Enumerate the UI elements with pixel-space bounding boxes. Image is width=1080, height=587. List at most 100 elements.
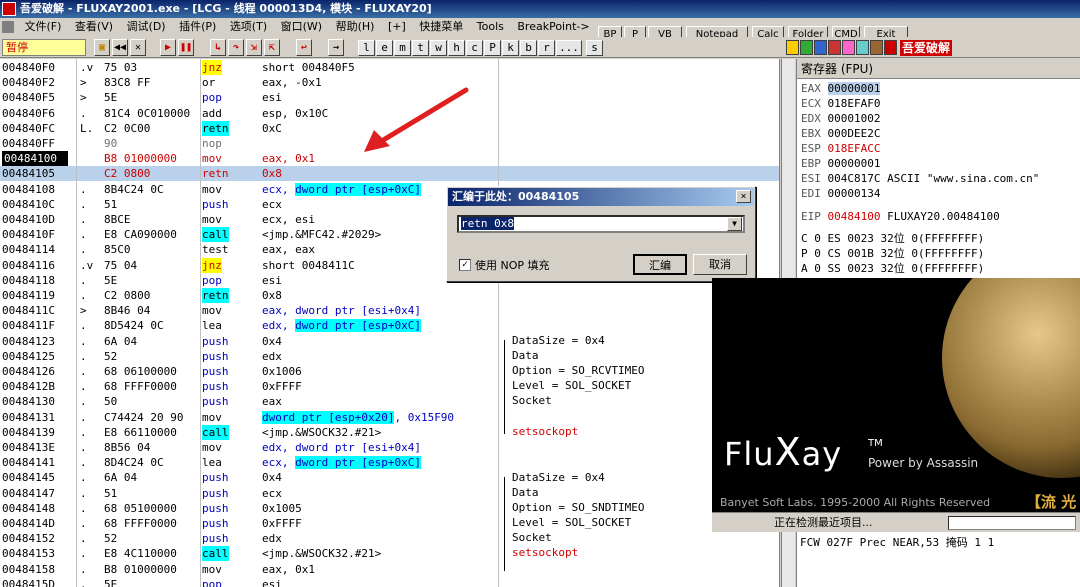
disasm-row[interactable]: 00484126. 68 06100000 push 0x1006: [0, 364, 779, 379]
register-row[interactable]: EBX 000DEE2C: [801, 126, 880, 141]
plugin-icon-3[interactable]: [814, 40, 827, 55]
disasm-row[interactable]: 00484130. 50 push eax: [0, 394, 779, 409]
toolbar-letter-c[interactable]: c: [466, 40, 483, 56]
disasm-jump-mark: .: [80, 410, 87, 424]
plugin-icon-1[interactable]: [786, 40, 799, 55]
disasm-row[interactable]: 00484119. C2 0800 retn 0x8: [0, 288, 779, 303]
disasm-row[interactable]: 00484147. 51 push ecx: [0, 486, 779, 501]
menu-view[interactable]: 查看(V): [70, 18, 118, 36]
disasm-row[interactable]: 0048412B. 68 FFFF0000 push 0xFFFF: [0, 379, 779, 394]
memory-operand: dword ptr [esp+0xC]: [295, 456, 421, 470]
register-row[interactable]: P 0 CS 001B 32位 0(FFFFFFFF): [801, 246, 984, 261]
assemble-button[interactable]: 汇编: [633, 254, 687, 275]
rewind-icon[interactable]: ◀◀: [112, 39, 128, 56]
fill-nop-label: 使用 NOP 填充: [475, 259, 550, 272]
toolbar-letter-e[interactable]: e: [376, 40, 393, 56]
disasm-row[interactable]: 00484131. C74424 20 90 mov dword ptr [esp+0…: [0, 410, 779, 425]
toolbar-letter-l[interactable]: l: [358, 40, 375, 56]
toolbar-letter-h[interactable]: h: [448, 40, 465, 56]
toolbar-letter-p[interactable]: P: [484, 40, 501, 56]
disasm-address: 00484116: [2, 258, 55, 272]
assemble-input[interactable]: retn 0x8 ▼: [457, 215, 745, 233]
register-row[interactable]: EAX 00000001: [801, 81, 881, 96]
register-row[interactable]: A 0 SS 0023 32位 0(FFFFFFFF): [801, 261, 984, 276]
disasm-address: 00484119: [2, 289, 55, 302]
trace-over-icon[interactable]: ⇱: [264, 39, 280, 56]
annotation-arrow-icon: [364, 87, 469, 152]
plugin-icon-8[interactable]: [884, 40, 897, 55]
register-row[interactable]: ESP 018EFACC: [801, 141, 880, 156]
register-row[interactable]: ESI 004C817C ASCII "www.sina.com.cn": [801, 171, 1039, 186]
toolbar-letter-s[interactable]: s: [586, 40, 603, 56]
disasm-hex: 52: [104, 532, 118, 546]
disasm-row[interactable]: 00484158. B8 01000000 mov eax, 0x1: [0, 562, 779, 577]
plugin-icon-5[interactable]: [842, 40, 855, 55]
toolbar-letter-m[interactable]: m: [394, 40, 411, 56]
menu-plus[interactable]: [+]: [383, 18, 411, 36]
toolbar-more[interactable]: ...: [556, 40, 582, 56]
disasm-row[interactable]: 00484123. 6A 04 push 0x4: [0, 334, 779, 349]
chevron-down-icon[interactable]: ▼: [727, 217, 742, 231]
fill-nop-checkbox[interactable]: ✓: [459, 259, 471, 271]
toolbar-letter-b[interactable]: b: [520, 40, 537, 56]
plugin-icon-2[interactable]: [800, 40, 813, 55]
splash-power: Power by Assassin: [868, 456, 979, 470]
disasm-operands: 0xFFFF: [262, 380, 302, 394]
register-row[interactable]: EBP 00000001: [801, 156, 880, 171]
menu-help[interactable]: 帮助(H): [331, 18, 380, 36]
step-over-icon[interactable]: ↷: [228, 39, 244, 56]
disasm-row[interactable]: 0048411C >8B46 04 mov eax, dword ptr [esi+0…: [0, 303, 779, 318]
disasm-row[interactable]: 00484125. 52 push edx: [0, 349, 779, 364]
disasm-row[interactable]: 0048413E. 8B56 04 mov edx, dword ptr [esi+0…: [0, 440, 779, 455]
goto-icon[interactable]: →: [328, 39, 344, 56]
disasm-address: 00484130: [2, 395, 55, 409]
register-row[interactable]: ECX 018EFAF0: [801, 96, 880, 111]
plugin-icon-7[interactable]: [870, 40, 883, 55]
comment-call: setsockopt: [512, 425, 579, 438]
menu-plugins[interactable]: 插件(P): [174, 18, 221, 36]
disasm-row[interactable]: 0048414D. 68 FFFF0000 push 0xFFFF: [0, 516, 779, 531]
step-into-icon[interactable]: ↳: [210, 39, 226, 56]
menu-file[interactable]: 文件(F): [20, 18, 67, 36]
execute-till-return-icon[interactable]: ↩: [296, 39, 312, 56]
menu-options[interactable]: 选项(T): [225, 18, 272, 36]
register-row[interactable]: C 0 ES 0023 32位 0(FFFFFFFF): [801, 231, 984, 246]
menu-debug[interactable]: 调试(D): [122, 18, 171, 36]
disasm-row[interactable]: 00484105 C2 0800 retn 0x8: [0, 166, 779, 182]
toolbar-letter-t[interactable]: t: [412, 40, 429, 56]
comment-line: Socket: [512, 531, 552, 544]
plugin-icon-4[interactable]: [828, 40, 841, 55]
menu-tools[interactable]: Tools: [472, 18, 509, 36]
disasm-row[interactable]: 00484139. E8 66110000 call <jmp.&WSOCK32.#2…: [0, 424, 779, 440]
pause-icon[interactable]: ❚❚: [178, 39, 194, 56]
disasm-row[interactable]: 00484152. 52 push edx: [0, 531, 779, 546]
close-process-icon[interactable]: ✕: [130, 39, 146, 56]
toolbar-letter-w[interactable]: w: [430, 40, 447, 56]
disasm-row[interactable]: 00484153. E8 4C110000 call <jmp.&WSOCK32.#2…: [0, 546, 779, 562]
disasm-row[interactable]: 00484148. 68 05100000 push 0x1005: [0, 501, 779, 516]
plugin-icon-6[interactable]: [856, 40, 869, 55]
close-icon[interactable]: ×: [736, 190, 751, 203]
run-icon[interactable]: ▶: [160, 39, 176, 56]
cancel-button[interactable]: 取消: [693, 254, 747, 275]
register-row[interactable]: EIP 00484100 FLUXAY20.00484100: [801, 209, 1000, 224]
system-menu-icon[interactable]: [2, 21, 14, 33]
disasm-row[interactable]: 0048411F. 8D5424 0C lea edx, dword ptr [esp…: [0, 318, 779, 333]
register-row[interactable]: EDI 00000134: [801, 186, 880, 201]
menu-window[interactable]: 窗口(W): [276, 18, 327, 36]
disasm-address: 0048414D: [2, 517, 55, 530]
register-row[interactable]: EDX 00001002: [801, 111, 880, 126]
disasm-row[interactable]: 004840F0 .v 75 03 jnz short 004840F5: [0, 60, 779, 75]
open-icon[interactable]: ▣: [94, 39, 110, 56]
disasm-row[interactable]: 00484145. 6A 04 push 0x4: [0, 470, 779, 485]
disasm-row[interactable]: 0048415D. 5E pop esi: [0, 577, 779, 587]
trace-into-icon[interactable]: ⇲: [246, 39, 262, 56]
disasm-operands: eax, 0x1: [262, 152, 315, 166]
toolbar-letter-r[interactable]: r: [538, 40, 555, 56]
disasm-row[interactable]: 00484141. 8D4C24 0C lea ecx, dword ptr [esp…: [0, 455, 779, 470]
menu-shortcuts[interactable]: 快捷菜单: [414, 18, 468, 36]
disasm-operands: eax, -0x1: [262, 76, 322, 90]
disasm-hex: 52: [104, 349, 118, 363]
menu-breakpoint[interactable]: BreakPoint->: [512, 18, 594, 36]
toolbar-letter-k[interactable]: k: [502, 40, 519, 56]
